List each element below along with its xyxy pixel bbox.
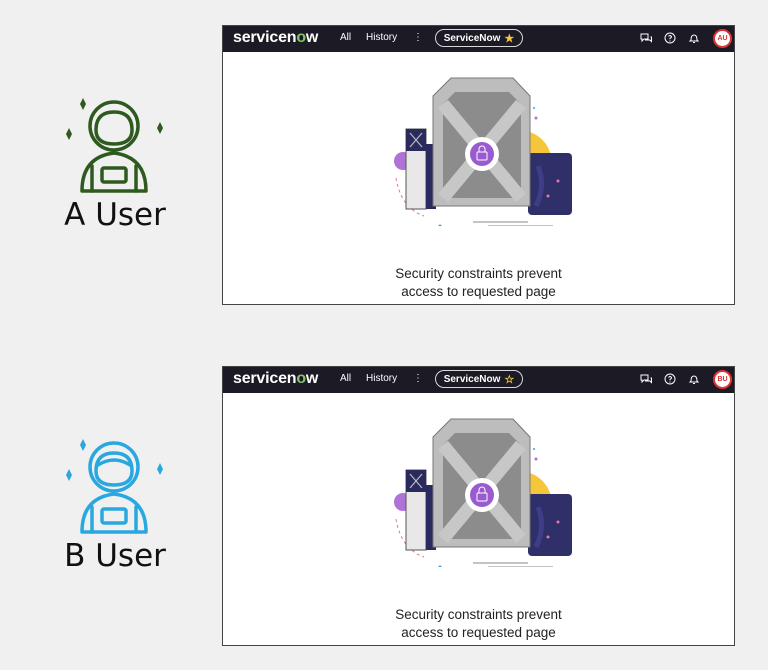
security-message-line1: Security constraints prevent <box>395 607 562 622</box>
favorite-star-outline-icon[interactable]: ☆ <box>504 373 514 386</box>
servicenow-window-a: servicenow All History ⋮ ServiceNow ★ AU <box>222 25 735 305</box>
scope-pill-button[interactable]: ServiceNow ☆ <box>435 370 523 388</box>
user-b-label: B User <box>64 538 166 574</box>
help-icon[interactable] <box>663 31 677 45</box>
nav-all[interactable]: All <box>340 32 351 43</box>
nav-all[interactable]: All <box>340 373 351 384</box>
servicenow-logo[interactable]: servicenow <box>233 29 318 47</box>
security-message-line2: access to requested page <box>401 284 556 299</box>
nav-history[interactable]: History <box>366 32 397 43</box>
nav-history[interactable]: History <box>366 373 397 384</box>
chat-icon[interactable] <box>639 372 653 386</box>
astronaut-male-icon <box>66 98 163 193</box>
security-message-line2: access to requested page <box>401 625 556 640</box>
servicenow-window-b: servicenow All History ⋮ ServiceNow ☆ BU <box>222 366 735 646</box>
scope-pill-button[interactable]: ServiceNow ★ <box>435 29 523 47</box>
favorite-star-icon[interactable]: ★ <box>504 32 514 45</box>
user-a-label: A User <box>64 197 166 233</box>
user-avatar[interactable]: AU <box>713 29 732 48</box>
bell-icon[interactable] <box>687 31 701 45</box>
top-navbar: servicenow All History ⋮ ServiceNow ★ AU <box>223 26 734 52</box>
locked-door-illustration <box>394 77 572 226</box>
scope-pill-label: ServiceNow <box>443 373 501 385</box>
astronaut-female-icon <box>66 439 163 534</box>
more-menu-icon[interactable]: ⋮ <box>413 373 423 384</box>
bell-icon[interactable] <box>687 372 701 386</box>
scope-pill-label: ServiceNow <box>443 32 501 44</box>
top-navbar: servicenow All History ⋮ ServiceNow ☆ BU <box>223 367 734 393</box>
help-icon[interactable] <box>663 372 677 386</box>
security-message-line1: Security constraints prevent <box>395 266 562 281</box>
chat-icon[interactable] <box>639 31 653 45</box>
servicenow-logo[interactable]: servicenow <box>233 370 318 388</box>
locked-door-illustration <box>394 418 572 567</box>
user-avatar[interactable]: BU <box>713 370 732 389</box>
more-menu-icon[interactable]: ⋮ <box>413 32 423 43</box>
